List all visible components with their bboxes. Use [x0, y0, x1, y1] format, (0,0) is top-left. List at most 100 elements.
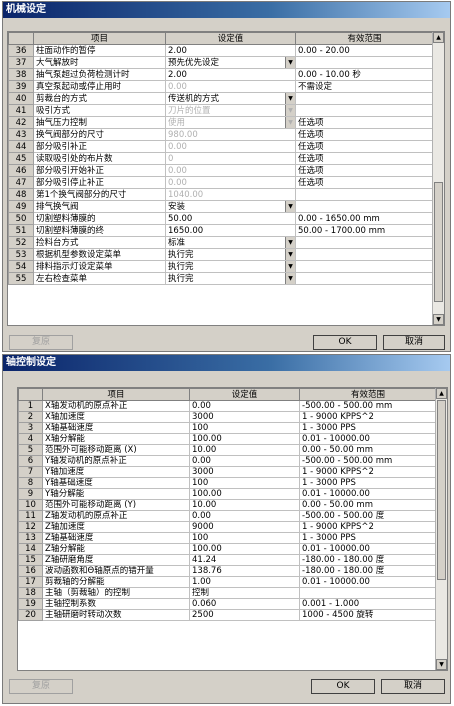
row-value-cell[interactable]: 传送机的方式 ▼ [165, 92, 296, 105]
cancel-button[interactable]: 取消 [383, 335, 445, 350]
table-row[interactable]: 41 吸引方式 刀片的位置 ▼ [8, 104, 434, 117]
table-row[interactable]: 38 抽气泵超过负荷检测计时 2.00 0.00 - 10.00 秒 [8, 68, 434, 81]
row-value-cell[interactable]: 2500 [189, 609, 300, 621]
dropdown-arrow-icon[interactable]: ▼ [285, 237, 295, 248]
table-row[interactable]: 15 Z轴研磨角度 41.24 -180.00 - 180.00 度 [18, 554, 437, 566]
dropdown-arrow-icon[interactable]: ▼ [285, 117, 295, 128]
table-row[interactable]: 39 真空泵起动或停止用时 0.00 不需设定 [8, 80, 434, 93]
row-value-cell[interactable]: 100 [189, 477, 300, 489]
restore-button[interactable]: 复原 [9, 679, 73, 694]
row-value-cell[interactable]: 3000 [189, 411, 300, 423]
row-value-cell[interactable]: 100.00 [189, 543, 300, 555]
row-value-cell[interactable]: 100 [189, 532, 300, 544]
row-value-cell[interactable]: 预先优先设定 ▼ [165, 56, 296, 69]
table-row[interactable]: 47 部分吸引停止补正 0.00 任选项 [8, 176, 434, 189]
scroll-up-icon[interactable]: ▲ [433, 32, 444, 43]
mech-scrollbar[interactable]: ▲ ▼ [432, 32, 444, 325]
row-value-cell[interactable]: 执行完 ▼ [165, 248, 296, 261]
table-row[interactable]: 18 主轴（剪裁轴）的控制 控制 [18, 587, 437, 599]
row-value-cell[interactable]: 执行完 ▼ [165, 260, 296, 273]
row-value-cell[interactable]: 50.00 [165, 212, 296, 225]
dropdown-arrow-icon[interactable]: ▼ [285, 273, 295, 284]
table-row[interactable]: 19 主轴控制系数 0.060 0.001 - 1.000 [18, 598, 437, 610]
table-row[interactable]: 55 左右检查菜单 执行完 ▼ [8, 272, 434, 285]
table-row[interactable]: 45 读取吸引处的布片数 0 任选项 [8, 152, 434, 165]
row-value-cell[interactable]: 0 [165, 152, 296, 165]
row-value-cell[interactable]: 0.00 [189, 455, 300, 467]
table-row[interactable]: 48 第1个换气阀部分的尺寸 1040.00 [8, 188, 434, 201]
table-row[interactable]: 46 部分吸引开始补正 0.00 任选项 [8, 164, 434, 177]
table-row[interactable]: 13 Z轴基础速度 100 1 - 3000 PPS [18, 532, 437, 544]
table-row[interactable]: 3 X轴基础速度 100 1 - 3000 PPS [18, 422, 437, 434]
row-value-cell[interactable]: 100 [189, 422, 300, 434]
table-row[interactable]: 50 切割塑料薄膜的 50.00 0.00 - 1650.00 mm [8, 212, 434, 225]
ok-button[interactable]: OK [313, 335, 377, 350]
scroll-thumb[interactable] [434, 182, 443, 302]
row-value-cell[interactable]: 控制 [189, 587, 300, 599]
axis-scrollbar[interactable]: ▲ ▼ [435, 388, 447, 670]
dropdown-arrow-icon[interactable]: ▼ [285, 261, 295, 272]
table-row[interactable]: 49 排气换气阀 安装 ▼ [8, 200, 434, 213]
row-value-cell[interactable]: 2.00 [165, 68, 296, 81]
row-value-cell[interactable]: 1040.00 [165, 188, 296, 201]
row-value-cell[interactable]: 1.00 [189, 576, 300, 588]
scroll-up-icon[interactable]: ▲ [436, 388, 447, 399]
table-row[interactable]: 11 Z轴发动机的原点补正 0.00 -500.00 - 500.00 度 [18, 510, 437, 522]
table-row[interactable]: 44 部分吸引补正 0.00 任选项 [8, 140, 434, 153]
row-value-cell[interactable]: 0.00 [165, 140, 296, 153]
row-value-cell[interactable]: 使用 ▼ [165, 116, 296, 129]
table-row[interactable]: 43 换气阀部分的尺寸 980.00 任选项 [8, 128, 434, 141]
row-value-cell[interactable]: 10.00 [189, 499, 300, 511]
dropdown-arrow-icon[interactable]: ▼ [285, 201, 295, 212]
cancel-button[interactable]: 取消 [381, 679, 445, 694]
row-value-cell[interactable]: 100.00 [189, 488, 300, 500]
table-row[interactable]: 1 X轴发动机的原点补正 0.00 -500.00 - 500.00 mm [18, 400, 437, 412]
row-value-cell[interactable]: 0.00 [165, 164, 296, 177]
table-row[interactable]: 20 主轴研磨时转动次数 2500 1000 - 4500 旋转 [18, 609, 437, 621]
row-value-cell[interactable]: 执行完 ▼ [165, 272, 296, 285]
dropdown-arrow-icon[interactable]: ▼ [285, 249, 295, 260]
table-row[interactable]: 54 排料指示灯设定菜单 执行完 ▼ [8, 260, 434, 273]
row-value-cell[interactable]: 2.00 [165, 44, 296, 57]
table-row[interactable]: 8 Y轴基础速度 100 1 - 3000 PPS [18, 477, 437, 489]
row-value-cell[interactable]: 10.00 [189, 444, 300, 456]
scroll-down-icon[interactable]: ▼ [436, 659, 447, 670]
table-row[interactable]: 40 剪裁台的方式 传送机的方式 ▼ [8, 92, 434, 105]
table-row[interactable]: 9 Y轴分解能 100.00 0.01 - 10000.00 [18, 488, 437, 500]
scroll-thumb[interactable] [437, 400, 446, 580]
dropdown-arrow-icon[interactable]: ▼ [285, 57, 295, 68]
row-value-cell[interactable]: 安装 ▼ [165, 200, 296, 213]
table-row[interactable]: 6 Y轴发动机的原点补正 0.00 -500.00 - 500.00 mm [18, 455, 437, 467]
row-value-cell[interactable]: 0.060 [189, 598, 300, 610]
row-value-cell[interactable]: 0.00 [189, 510, 300, 522]
row-value-cell[interactable]: 3000 [189, 466, 300, 478]
table-row[interactable]: 4 X轴分解能 100.00 0.01 - 10000.00 [18, 433, 437, 445]
table-row[interactable]: 12 Z轴加速度 9000 1 - 9000 KPPS^2 [18, 521, 437, 533]
table-row[interactable]: 16 波动函数和Θ轴原点的错开量 138.76 -180.00 - 180.00 度 [18, 565, 437, 577]
row-value-cell[interactable]: 1650.00 [165, 224, 296, 237]
row-value-cell[interactable]: 0.00 [165, 176, 296, 189]
table-row[interactable]: 5 范围外可能移动距离 (X) 10.00 0.00 - 50.00 mm [18, 444, 437, 456]
table-row[interactable]: 51 切割塑料薄膜的终 1650.00 50.00 - 1700.00 mm [8, 224, 434, 237]
table-row[interactable]: 37 大气解放时 预先优先设定 ▼ [8, 56, 434, 69]
row-value-cell[interactable]: 41.24 [189, 554, 300, 566]
table-row[interactable]: 2 X轴加速度 3000 1 - 9000 KPPS^2 [18, 411, 437, 423]
table-row[interactable]: 52 捡料台方式 标准 ▼ [8, 236, 434, 249]
table-row[interactable]: 17 剪裁轴的分解能 1.00 0.01 - 10000.00 [18, 576, 437, 588]
row-value-cell[interactable]: 138.76 [189, 565, 300, 577]
row-value-cell[interactable]: 标准 ▼ [165, 236, 296, 249]
dropdown-arrow-icon[interactable]: ▼ [285, 105, 295, 116]
table-row[interactable]: 53 根据机型参数设定菜单 执行完 ▼ [8, 248, 434, 261]
row-value-cell[interactable]: 0.00 [189, 400, 300, 412]
row-value-cell[interactable]: 980.00 [165, 128, 296, 141]
row-value-cell[interactable]: 100.00 [189, 433, 300, 445]
ok-button[interactable]: OK [311, 679, 375, 694]
table-row[interactable]: 36 柱面动作的暂停 2.00 0.00 - 20.00 [8, 44, 434, 57]
row-value-cell[interactable]: 刀片的位置 ▼ [165, 104, 296, 117]
row-value-cell[interactable]: 0.00 [165, 80, 296, 93]
scroll-down-icon[interactable]: ▼ [433, 314, 444, 325]
table-row[interactable]: 14 Z轴分解能 100.00 0.01 - 10000.00 [18, 543, 437, 555]
restore-button[interactable]: 复原 [9, 335, 73, 350]
table-row[interactable]: 10 范围外可能移动距离 (Y) 10.00 0.00 - 50.00 mm [18, 499, 437, 511]
table-row[interactable]: 7 Y轴加速度 3000 1 - 9000 KPPS^2 [18, 466, 437, 478]
